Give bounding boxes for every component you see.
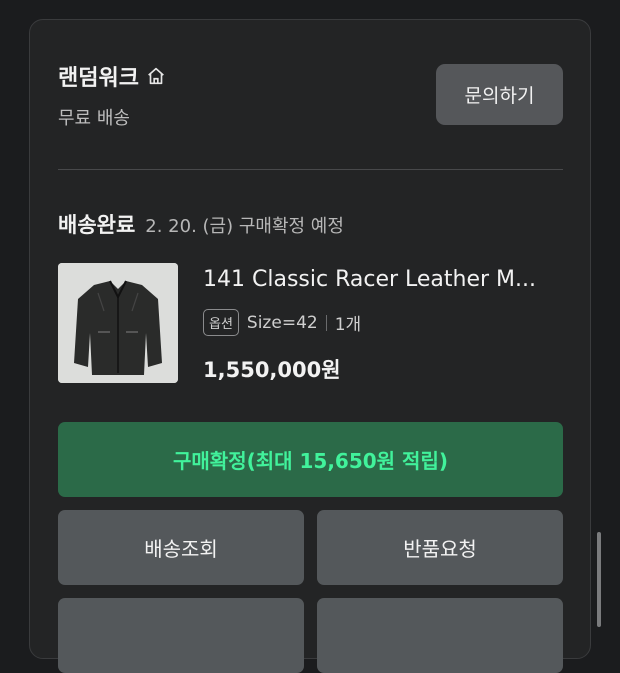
option-quantity: 1개	[334, 315, 362, 335]
home-icon[interactable]	[145, 65, 167, 87]
purchase-confirm-button[interactable]: 구매확정(최대 15,650원 적립)	[58, 422, 563, 497]
order-card: 랜덤워크 무료 배송 문의하기 배송완료 2. 20. (금) 구매확정 예정 …	[29, 19, 591, 673]
store-name[interactable]: 랜덤워크	[58, 60, 139, 92]
product-options: 옵션 Size=42 1개	[203, 309, 361, 336]
scrollbar[interactable]	[597, 532, 601, 627]
divider	[58, 169, 563, 170]
inquiry-button[interactable]: 문의하기	[436, 64, 563, 125]
product-price: 1,550,000원	[203, 358, 341, 382]
action-button-3[interactable]	[58, 598, 304, 673]
action-button-4[interactable]	[317, 598, 563, 673]
store-name-row[interactable]: 랜덤워크	[58, 60, 167, 92]
separator	[325, 314, 327, 331]
product-name[interactable]: 141 Classic Racer Leather M...	[203, 267, 563, 292]
track-delivery-button[interactable]: 배송조회	[58, 510, 304, 585]
option-badge: 옵션	[203, 309, 239, 336]
leather-jacket-image	[58, 263, 178, 383]
delivery-status: 배송완료	[58, 213, 136, 237]
product-thumbnail[interactable]	[58, 263, 178, 383]
order-status-line: 배송완료 2. 20. (금) 구매확정 예정	[58, 209, 344, 239]
option-size: Size=42	[246, 312, 318, 333]
return-request-button[interactable]: 반품요청	[317, 510, 563, 585]
confirm-date: 2. 20. (금) 구매확정 예정	[145, 216, 344, 237]
shipping-info: 무료 배송	[58, 108, 130, 129]
